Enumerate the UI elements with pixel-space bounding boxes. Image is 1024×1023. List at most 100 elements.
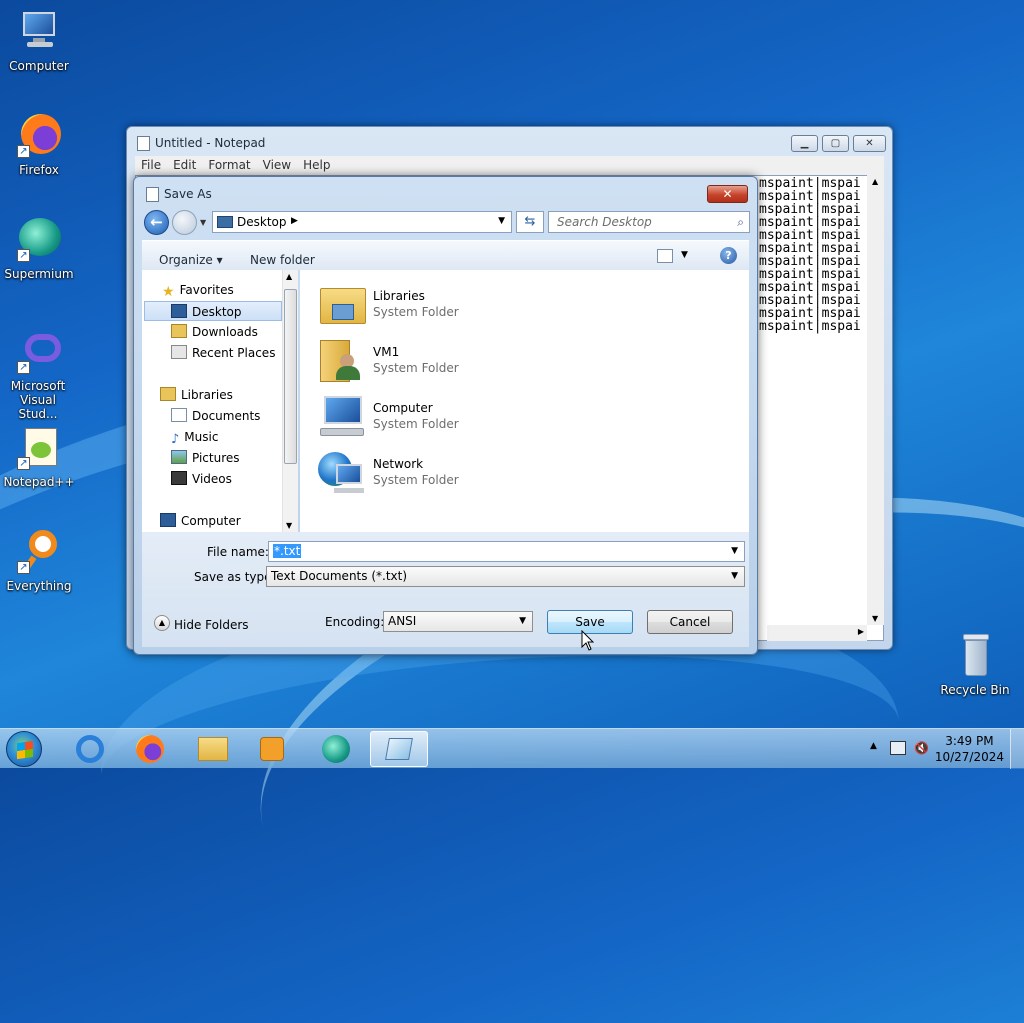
music-icon: ♪ bbox=[171, 432, 180, 447]
search-box[interactable]: Search Desktop ⌕ bbox=[548, 211, 750, 233]
address-bar[interactable]: Desktop ▶ ▼ bbox=[212, 211, 512, 233]
help-icon[interactable]: ? bbox=[720, 247, 737, 264]
dialog-close-button[interactable]: ✕ bbox=[707, 185, 748, 203]
file-item-libraries[interactable]: Libraries System Folder bbox=[318, 280, 618, 332]
notepad-menubar: File Edit Format View Help bbox=[135, 156, 884, 175]
save-as-type-label: Save as type: bbox=[194, 570, 276, 584]
save-options-area: File name: *.txt ▼ Save as type: Text Do… bbox=[142, 532, 749, 647]
search-icon[interactable]: ⌕ bbox=[737, 215, 744, 230]
recent-locations-dropdown-icon[interactable]: ▼ bbox=[200, 218, 206, 227]
file-list-pane[interactable]: Libraries System Folder VM1 System Folde… bbox=[300, 270, 749, 532]
search-placeholder: Search Desktop bbox=[557, 215, 652, 229]
supermium-icon: ↗ bbox=[15, 216, 63, 264]
taskbar-notepad[interactable] bbox=[370, 731, 428, 767]
show-desktop-button[interactable] bbox=[1010, 729, 1024, 769]
desktop-icon-supermium[interactable]: ↗ Supermium bbox=[0, 216, 78, 281]
nav-downloads[interactable]: Downloads bbox=[171, 322, 258, 342]
notepad-vertical-scrollbar[interactable]: ▲ ▼ bbox=[867, 175, 884, 625]
notepadpp-icon: ↗ bbox=[15, 424, 63, 472]
menu-view[interactable]: View bbox=[257, 156, 297, 175]
menu-edit[interactable]: Edit bbox=[167, 156, 202, 175]
desktop-icon-visual-studio[interactable]: ↗ Microsoft Visual Stud... bbox=[0, 328, 78, 421]
desktop-icon-computer[interactable]: Computer bbox=[0, 8, 78, 73]
volume-muted-icon[interactable]: 🔇 bbox=[914, 741, 930, 755]
save-as-type-select[interactable]: Text Documents (*.txt) ▼ bbox=[266, 566, 745, 587]
notepad-icon bbox=[137, 136, 150, 151]
network-status-icon[interactable] bbox=[890, 741, 906, 755]
start-button[interactable] bbox=[6, 731, 42, 767]
nav-libraries[interactable]: Libraries bbox=[160, 385, 233, 405]
breadcrumb-arrow-icon[interactable]: ▶ bbox=[291, 216, 298, 226]
file-item-vm1[interactable]: VM1 System Folder bbox=[318, 336, 618, 388]
maximize-button[interactable]: ▢ bbox=[822, 135, 849, 152]
menu-help[interactable]: Help bbox=[297, 156, 336, 175]
address-dropdown-icon[interactable]: ▼ bbox=[498, 216, 505, 226]
navigation-pane-scrollbar[interactable]: ▲ ▼ bbox=[282, 270, 298, 532]
desktop-icon bbox=[171, 304, 187, 318]
save-as-dialog[interactable]: Save As ✕ ← ▼ Desktop ▶ ▼ ⇆ Search Deskt… bbox=[133, 176, 758, 655]
encoding-dropdown-icon[interactable]: ▼ bbox=[519, 612, 526, 631]
internet-explorer-icon bbox=[76, 735, 104, 763]
notepad-title: Untitled - Notepad bbox=[155, 136, 266, 150]
cancel-button[interactable]: Cancel bbox=[647, 610, 733, 634]
nav-pictures[interactable]: Pictures bbox=[171, 448, 240, 468]
file-name-dropdown-icon[interactable]: ▼ bbox=[731, 542, 738, 561]
hide-folders-button[interactable]: Hide Folders bbox=[174, 618, 249, 632]
file-name-label: File name: bbox=[207, 545, 269, 559]
mouse-cursor-icon bbox=[581, 630, 595, 651]
documents-icon bbox=[171, 408, 187, 422]
hide-folders-chevron-icon[interactable]: ▲ bbox=[154, 615, 170, 631]
menu-file[interactable]: File bbox=[135, 156, 167, 175]
nav-videos[interactable]: Videos bbox=[171, 469, 232, 489]
computer-icon bbox=[15, 8, 63, 56]
desktop-folder-icon bbox=[217, 216, 233, 228]
scrollbar-thumb[interactable] bbox=[284, 289, 297, 464]
menu-format[interactable]: Format bbox=[202, 156, 256, 175]
system-clock[interactable]: 3:49 PM 10/27/2024 bbox=[935, 733, 1004, 765]
desktop-icon-firefox[interactable]: ↗ Firefox bbox=[0, 112, 78, 177]
clock-time: 3:49 PM bbox=[945, 734, 994, 748]
nav-desktop[interactable]: Desktop bbox=[144, 301, 282, 321]
nav-documents[interactable]: Documents bbox=[171, 406, 260, 426]
videos-icon bbox=[171, 471, 187, 485]
nav-favorites[interactable]: ★ Favorites bbox=[162, 280, 234, 300]
show-hidden-icons[interactable]: ▲ bbox=[870, 741, 877, 751]
refresh-button[interactable]: ⇆ bbox=[516, 211, 544, 233]
desktop-icon-recycle-bin[interactable]: Recycle Bin bbox=[936, 632, 1014, 697]
firefox-small-icon bbox=[136, 735, 164, 763]
encoding-select[interactable]: ANSI ▼ bbox=[383, 611, 533, 632]
firefox-icon: ↗ bbox=[15, 112, 63, 160]
forward-button[interactable] bbox=[172, 210, 197, 235]
notepad-horizontal-scrollbar[interactable]: ▶ bbox=[767, 625, 867, 641]
computer-small-icon bbox=[160, 513, 176, 527]
taskbar-explorer[interactable] bbox=[186, 731, 238, 767]
back-button[interactable]: ← bbox=[144, 210, 169, 235]
desktop-icon-everything[interactable]: ↗ Everything bbox=[0, 528, 78, 593]
nav-music[interactable]: ♪ Music bbox=[171, 427, 218, 447]
save-as-type-value: Text Documents (*.txt) bbox=[271, 569, 408, 583]
taskbar: ▲ 🔇 3:49 PM 10/27/2024 bbox=[0, 728, 1024, 769]
minimize-button[interactable]: ▁ bbox=[791, 135, 818, 152]
save-as-type-dropdown-icon[interactable]: ▼ bbox=[731, 567, 738, 586]
nav-recent-places[interactable]: Recent Places bbox=[171, 343, 275, 363]
taskbar-media-player[interactable] bbox=[246, 731, 298, 767]
desktop-icon-notepadpp[interactable]: ↗ Notepad++ bbox=[0, 424, 78, 489]
nav-computer[interactable]: Computer bbox=[160, 511, 241, 531]
taskbar-firefox[interactable] bbox=[124, 731, 176, 767]
scroll-up-icon[interactable]: ▲ bbox=[286, 272, 292, 281]
taskbar-supermium[interactable] bbox=[310, 731, 362, 767]
change-view-icon[interactable] bbox=[657, 249, 673, 263]
address-text: Desktop bbox=[237, 215, 287, 229]
file-item-network[interactable]: Network System Folder bbox=[318, 448, 618, 500]
file-item-computer[interactable]: Computer System Folder bbox=[318, 392, 618, 444]
taskbar-internet-explorer[interactable] bbox=[64, 731, 116, 767]
file-name-input[interactable]: *.txt ▼ bbox=[268, 541, 745, 562]
navigation-pane[interactable]: ★ Favorites Desktop Downloads Recent Plac… bbox=[142, 270, 298, 532]
command-bar: Organize ▾ New folder ▼ ? bbox=[142, 240, 749, 270]
scroll-down-icon[interactable]: ▼ bbox=[286, 521, 292, 530]
close-button[interactable]: ✕ bbox=[853, 135, 886, 152]
libraries-folder-icon bbox=[318, 280, 366, 328]
dialog-icon bbox=[146, 187, 159, 202]
encoding-label: Encoding: bbox=[325, 615, 385, 629]
view-dropdown-icon[interactable]: ▼ bbox=[681, 250, 688, 260]
